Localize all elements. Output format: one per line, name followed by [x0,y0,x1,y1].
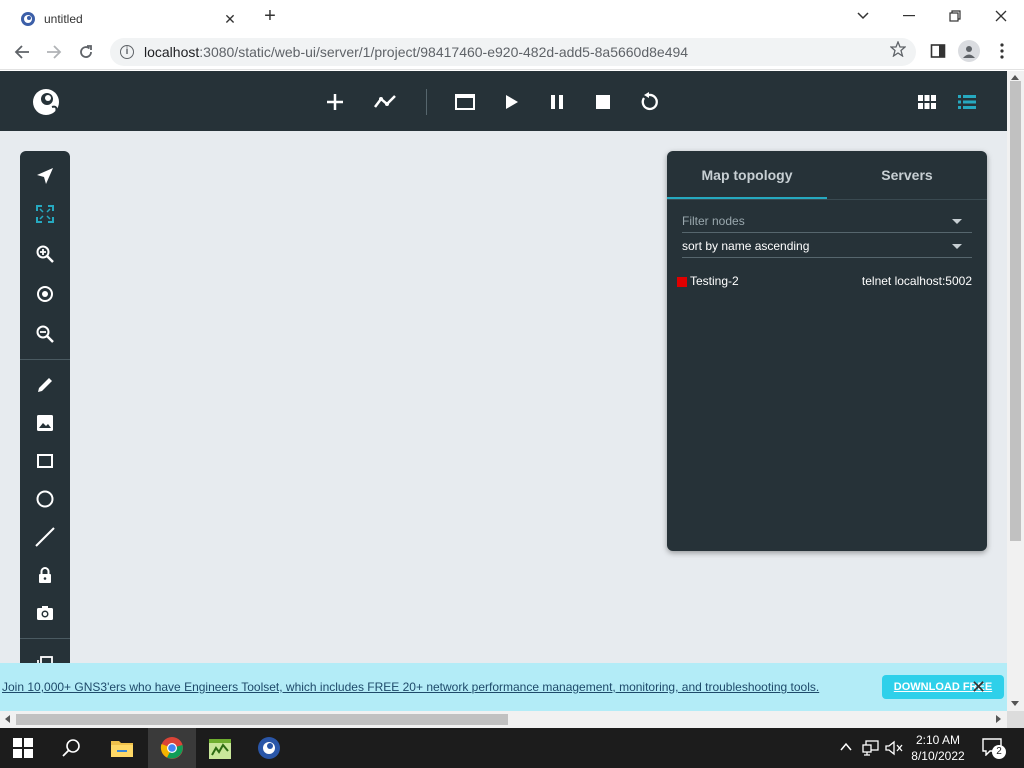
scroll-down-icon[interactable] [1011,701,1019,706]
pause-all-icon[interactable] [544,89,570,115]
tab-search-icon[interactable] [845,4,881,28]
gns3-app-icon[interactable] [257,736,281,760]
sort-select[interactable]: sort by name ascending [682,236,972,258]
draw-pencil-icon[interactable] [33,373,57,397]
vertical-scrollbar[interactable] [1007,71,1024,713]
scrollbar-thumb[interactable] [16,714,508,725]
insert-image-icon[interactable] [33,411,57,435]
tab-divider [667,199,987,200]
ad-close-icon[interactable]: ✕ [971,678,986,696]
forward-icon[interactable] [42,41,66,63]
node-list-item[interactable]: Testing-2 telnet localhost:5002 [677,272,977,290]
site-info-icon[interactable]: i [120,45,134,59]
clock-time: 2:10 AM [915,733,961,747]
add-node-icon[interactable] [322,89,348,115]
tab-title: untitled [44,12,83,26]
tool-panel [20,151,70,689]
windows-start-icon[interactable] [13,738,33,758]
scroll-right-icon[interactable] [996,715,1001,723]
node-status-indicator [677,277,687,287]
url-field[interactable]: i localhost:3080/static/web-ui/server/1/… [110,38,916,66]
url-path: :3080/static/web-ui/server/1/project/984… [199,44,689,60]
horizontal-scrollbar[interactable] [0,711,1007,728]
url-host: localhost [144,44,200,60]
reload-all-icon[interactable] [636,89,662,115]
start-all-icon[interactable] [499,89,525,115]
screenshot-camera-icon[interactable] [33,601,57,625]
scrollbar-corner [1007,711,1024,728]
tab-servers[interactable]: Servers [827,151,987,199]
scroll-left-icon[interactable] [5,715,10,723]
draw-rectangle-icon[interactable] [33,449,57,473]
chevron-down-icon [952,219,962,224]
node-console[interactable]: telnet localhost:5002 [862,274,972,288]
restore-icon[interactable] [937,4,973,28]
new-tab-button[interactable]: + [258,6,282,26]
draw-line-icon[interactable] [33,525,57,549]
add-link-icon[interactable] [372,89,398,115]
zoom-in-icon[interactable] [33,242,57,266]
side-panel-icon[interactable] [928,42,948,60]
gns3-favicon-icon [21,12,35,26]
gns3-logo-icon[interactable] [30,85,62,117]
toolbar-separator [426,89,427,115]
volume-muted-icon[interactable] [885,740,903,756]
select-tool-icon[interactable] [33,164,57,188]
notification-badge: 2 [992,745,1006,759]
windows-taskbar: 2:10 AM 8/10/2022 2 [0,728,1024,768]
browser-menu-icon[interactable] [992,42,1012,60]
address-bar: i localhost:3080/static/web-ui/server/1/… [0,34,1024,90]
stop-all-icon[interactable] [590,89,616,115]
topology-summary-icon[interactable] [954,89,980,115]
back-icon[interactable] [10,41,34,63]
filter-nodes-select[interactable]: Filter nodes [682,211,972,233]
sort-value: sort by name ascending [682,239,810,253]
app-toolbar [0,71,1007,131]
tool-divider [20,638,70,639]
notifications-icon[interactable]: 2 [982,738,1006,759]
tab-map-topology[interactable]: Map topology [667,151,827,199]
tab-close-icon[interactable]: ✕ [222,11,238,28]
chrome-icon[interactable] [160,736,184,760]
profile-avatar-icon[interactable] [958,40,980,62]
reset-zoom-icon[interactable] [33,282,57,306]
search-icon[interactable] [62,738,82,758]
browser-tab-strip: untitled ✕ + [0,0,1024,34]
reload-icon[interactable] [74,41,98,63]
console-all-icon[interactable] [452,89,478,115]
system-clock[interactable]: 2:10 AM 8/10/2022 [908,732,968,764]
tool-divider [20,359,70,360]
zoom-out-icon[interactable] [33,322,57,346]
topology-summary-panel: Map topology Servers Filter nodes sort b… [667,151,987,551]
draw-ellipse-icon[interactable] [33,487,57,511]
browser-tab[interactable]: untitled ✕ [8,4,246,34]
network-icon[interactable] [862,740,880,756]
filter-nodes-label: Filter nodes [682,214,745,228]
scrollbar-thumb[interactable] [1010,81,1021,541]
ad-banner: Join 10,000+ GNS3'ers who have Engineers… [0,663,1007,711]
lock-icon[interactable] [33,563,57,587]
clock-date: 8/10/2022 [911,749,965,763]
grid-view-icon[interactable] [914,89,940,115]
minimize-icon[interactable] [891,4,927,28]
node-name: Testing-2 [690,274,739,288]
sysinternals-app-icon[interactable] [208,736,232,760]
show-hidden-icons-icon[interactable] [840,742,852,752]
file-explorer-icon[interactable] [110,736,134,760]
scroll-up-icon[interactable] [1011,75,1019,80]
fit-to-screen-icon[interactable] [33,202,57,226]
close-window-icon[interactable] [983,4,1019,28]
bookmark-star-icon[interactable] [888,40,908,58]
ad-link[interactable]: Join 10,000+ GNS3'ers who have Engineers… [2,680,819,694]
chevron-down-icon [952,244,962,249]
